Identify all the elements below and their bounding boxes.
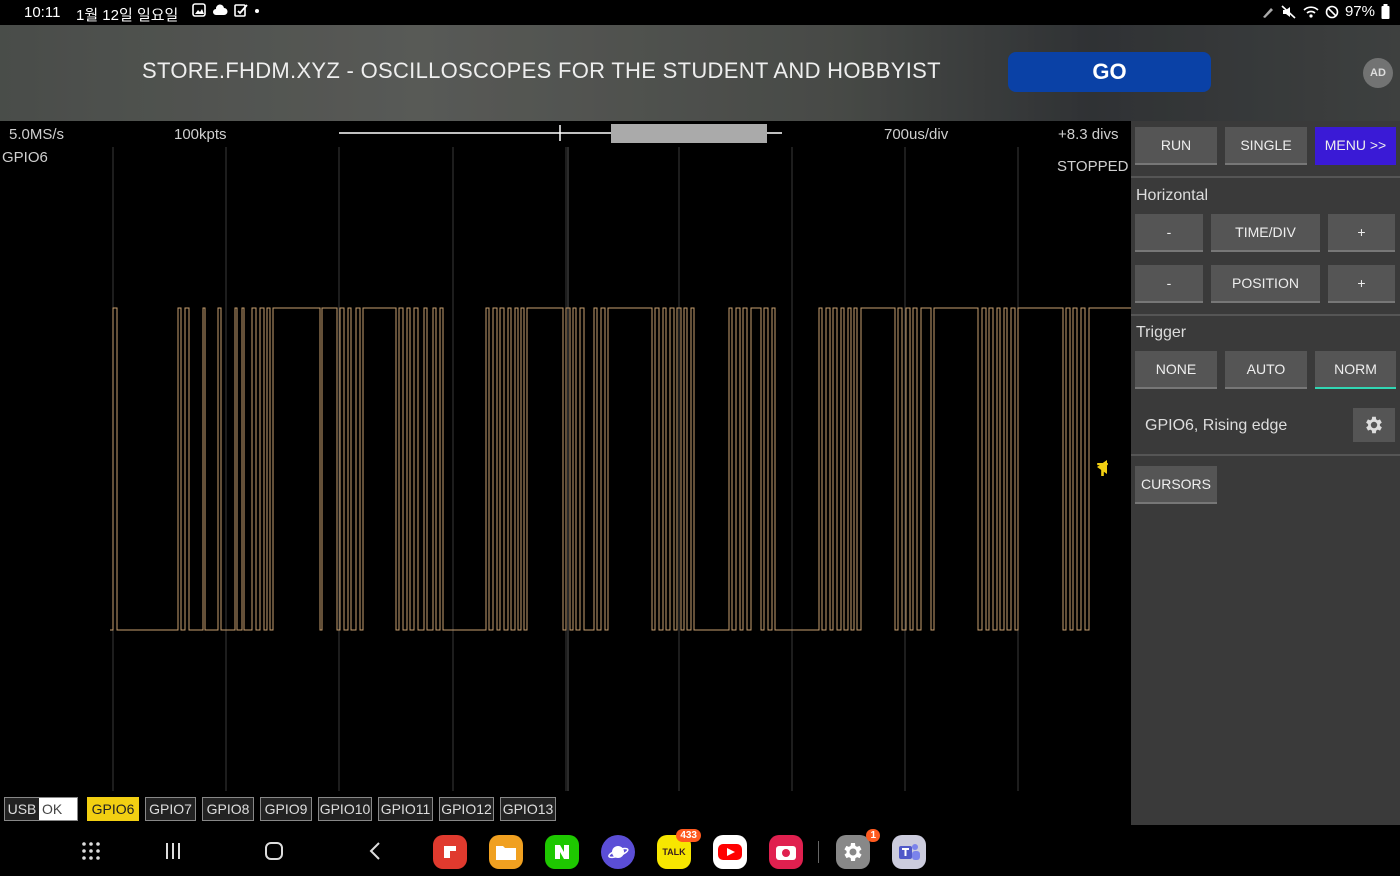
date: 1월 12일 일요일: [76, 7, 179, 24]
back-button[interactable]: [361, 837, 389, 865]
horizontal-offset: +8.3 divs: [1058, 126, 1119, 143]
trigger-level-marker[interactable]: T: [1097, 460, 1108, 481]
navigation-bar: TALK 433 1: [0, 825, 1400, 876]
settings-gear-icon: [844, 843, 862, 861]
trigger-auto-button[interactable]: AUTO: [1225, 351, 1307, 389]
channel-chip-gpio7[interactable]: GPIO7: [145, 797, 196, 821]
app-teams-icon[interactable]: [892, 835, 926, 869]
app-flipboard-icon[interactable]: [433, 835, 467, 869]
trigger-settings-button[interactable]: [1353, 408, 1395, 442]
usb-status: USB OK: [4, 797, 78, 821]
channel-chip-gpio10[interactable]: GPIO10: [318, 797, 372, 821]
channel-label: GPIO6: [2, 149, 48, 166]
channel-bar: USB OK GPIO6 GPIO7 GPIO8 GPIO9 GPIO10 GP…: [0, 795, 1131, 825]
time-div-minus-button[interactable]: -: [1135, 214, 1203, 252]
trigger-title: Trigger: [1136, 324, 1187, 341]
recents-icon: [166, 843, 180, 859]
time-div-button[interactable]: TIME/DIV: [1211, 214, 1320, 252]
gallery-icon: [192, 3, 206, 17]
system-icons: 97%: [1261, 3, 1390, 20]
ad-banner[interactable]: STORE.FHDM.XYZ - OSCILLOSCOPES FOR THE S…: [0, 25, 1400, 121]
trigger-description: GPIO6, Rising edge: [1145, 417, 1288, 434]
channel-chip-gpio9[interactable]: GPIO9: [260, 797, 312, 821]
control-panel: RUN SINGLE MENU >> Horizontal - TIME/DIV…: [1131, 121, 1400, 825]
gpio6-waveform: [110, 307, 1131, 631]
trigger-none-button[interactable]: NONE: [1135, 351, 1217, 389]
app-settings-icon[interactable]: 1: [836, 829, 880, 869]
app-kakaotalk-icon[interactable]: TALK 433: [657, 829, 701, 869]
menu-button[interactable]: MENU >>: [1315, 127, 1396, 165]
flip-icon: [444, 846, 456, 858]
trigger-arrow-icon: [1097, 460, 1107, 474]
ad-badge-icon[interactable]: AD: [1363, 58, 1393, 88]
folder-icon: [496, 846, 516, 860]
trigger-norm-button[interactable]: NORM: [1315, 351, 1396, 389]
scroll-thumb: [611, 124, 767, 143]
position-plus-button[interactable]: +: [1328, 265, 1395, 303]
talk-label: TALK: [662, 847, 686, 857]
divider: [1131, 454, 1400, 456]
mute-icon: [1281, 4, 1296, 19]
ad-go-button[interactable]: GO: [1008, 52, 1211, 92]
wifi-icon: [1303, 5, 1319, 18]
dot-icon: [255, 9, 259, 13]
usb-state: OK: [39, 798, 77, 820]
naver-n-icon: [555, 845, 569, 859]
divider: [1131, 176, 1400, 178]
divider: [1131, 314, 1400, 316]
grid-icon: [82, 842, 100, 860]
notification-icons: [192, 3, 260, 17]
channel-chip-gpio13[interactable]: GPIO13: [500, 797, 556, 821]
camera-icon: [776, 846, 796, 860]
cursors-button[interactable]: CURSORS: [1135, 466, 1217, 504]
pen-icon: [1262, 7, 1273, 18]
settings-badge: 1: [866, 829, 880, 842]
do-not-disturb-icon: [1325, 5, 1339, 18]
channel-chip-gpio8[interactable]: GPIO8: [202, 797, 254, 821]
back-icon: [369, 842, 380, 860]
battery-percent: 97%: [1344, 3, 1375, 20]
horizontal-title: Horizontal: [1136, 187, 1209, 204]
gear-icon: [1366, 416, 1382, 434]
home-button[interactable]: [260, 837, 288, 865]
point-count: 100kpts: [174, 126, 227, 143]
usb-label: USB: [5, 798, 39, 820]
app-youtube-icon[interactable]: [713, 835, 747, 869]
waveform-canvas[interactable]: [0, 121, 1131, 795]
app-drawer-button[interactable]: [77, 837, 105, 865]
recents-button[interactable]: [159, 837, 187, 865]
youtube-play-icon: [718, 844, 742, 860]
ad-text[interactable]: STORE.FHDM.XYZ - OSCILLOSCOPES FOR THE S…: [142, 58, 941, 84]
channel-chip-gpio12[interactable]: GPIO12: [439, 797, 494, 821]
teams-icon: [899, 844, 920, 860]
clock: 10:11: [24, 4, 61, 21]
talk-badge: 433: [676, 829, 701, 842]
planet-icon: [608, 846, 629, 859]
app-naver-icon[interactable]: [545, 835, 579, 869]
task-check-icon: [234, 4, 248, 17]
cloud-icon: [213, 4, 228, 15]
status-bar: 10:11 1월 12일 일요일 97%: [0, 0, 1400, 25]
app-samsung-internet-icon[interactable]: [601, 835, 635, 869]
run-button[interactable]: RUN: [1135, 127, 1217, 165]
acquisition-state: STOPPED: [1057, 158, 1129, 175]
position-minus-button[interactable]: -: [1135, 265, 1203, 303]
time-div-plus-button[interactable]: +: [1328, 214, 1395, 252]
single-button[interactable]: SINGLE: [1225, 127, 1307, 165]
taskbar-divider: [818, 841, 819, 863]
channel-chip-gpio6[interactable]: GPIO6: [87, 797, 139, 821]
time-per-div: 700us/div: [884, 126, 949, 143]
app-camera-icon[interactable]: [769, 835, 803, 869]
position-button[interactable]: POSITION: [1211, 265, 1320, 303]
scope-display[interactable]: 5.0MS/s 100kpts 700us/div +8.3 divs GPIO…: [0, 121, 1131, 795]
channel-chip-gpio11[interactable]: GPIO11: [378, 797, 433, 821]
battery-icon: [1381, 4, 1390, 19]
home-icon: [265, 842, 283, 860]
sample-rate: 5.0MS/s: [9, 126, 65, 143]
app-files-icon[interactable]: [489, 835, 523, 869]
